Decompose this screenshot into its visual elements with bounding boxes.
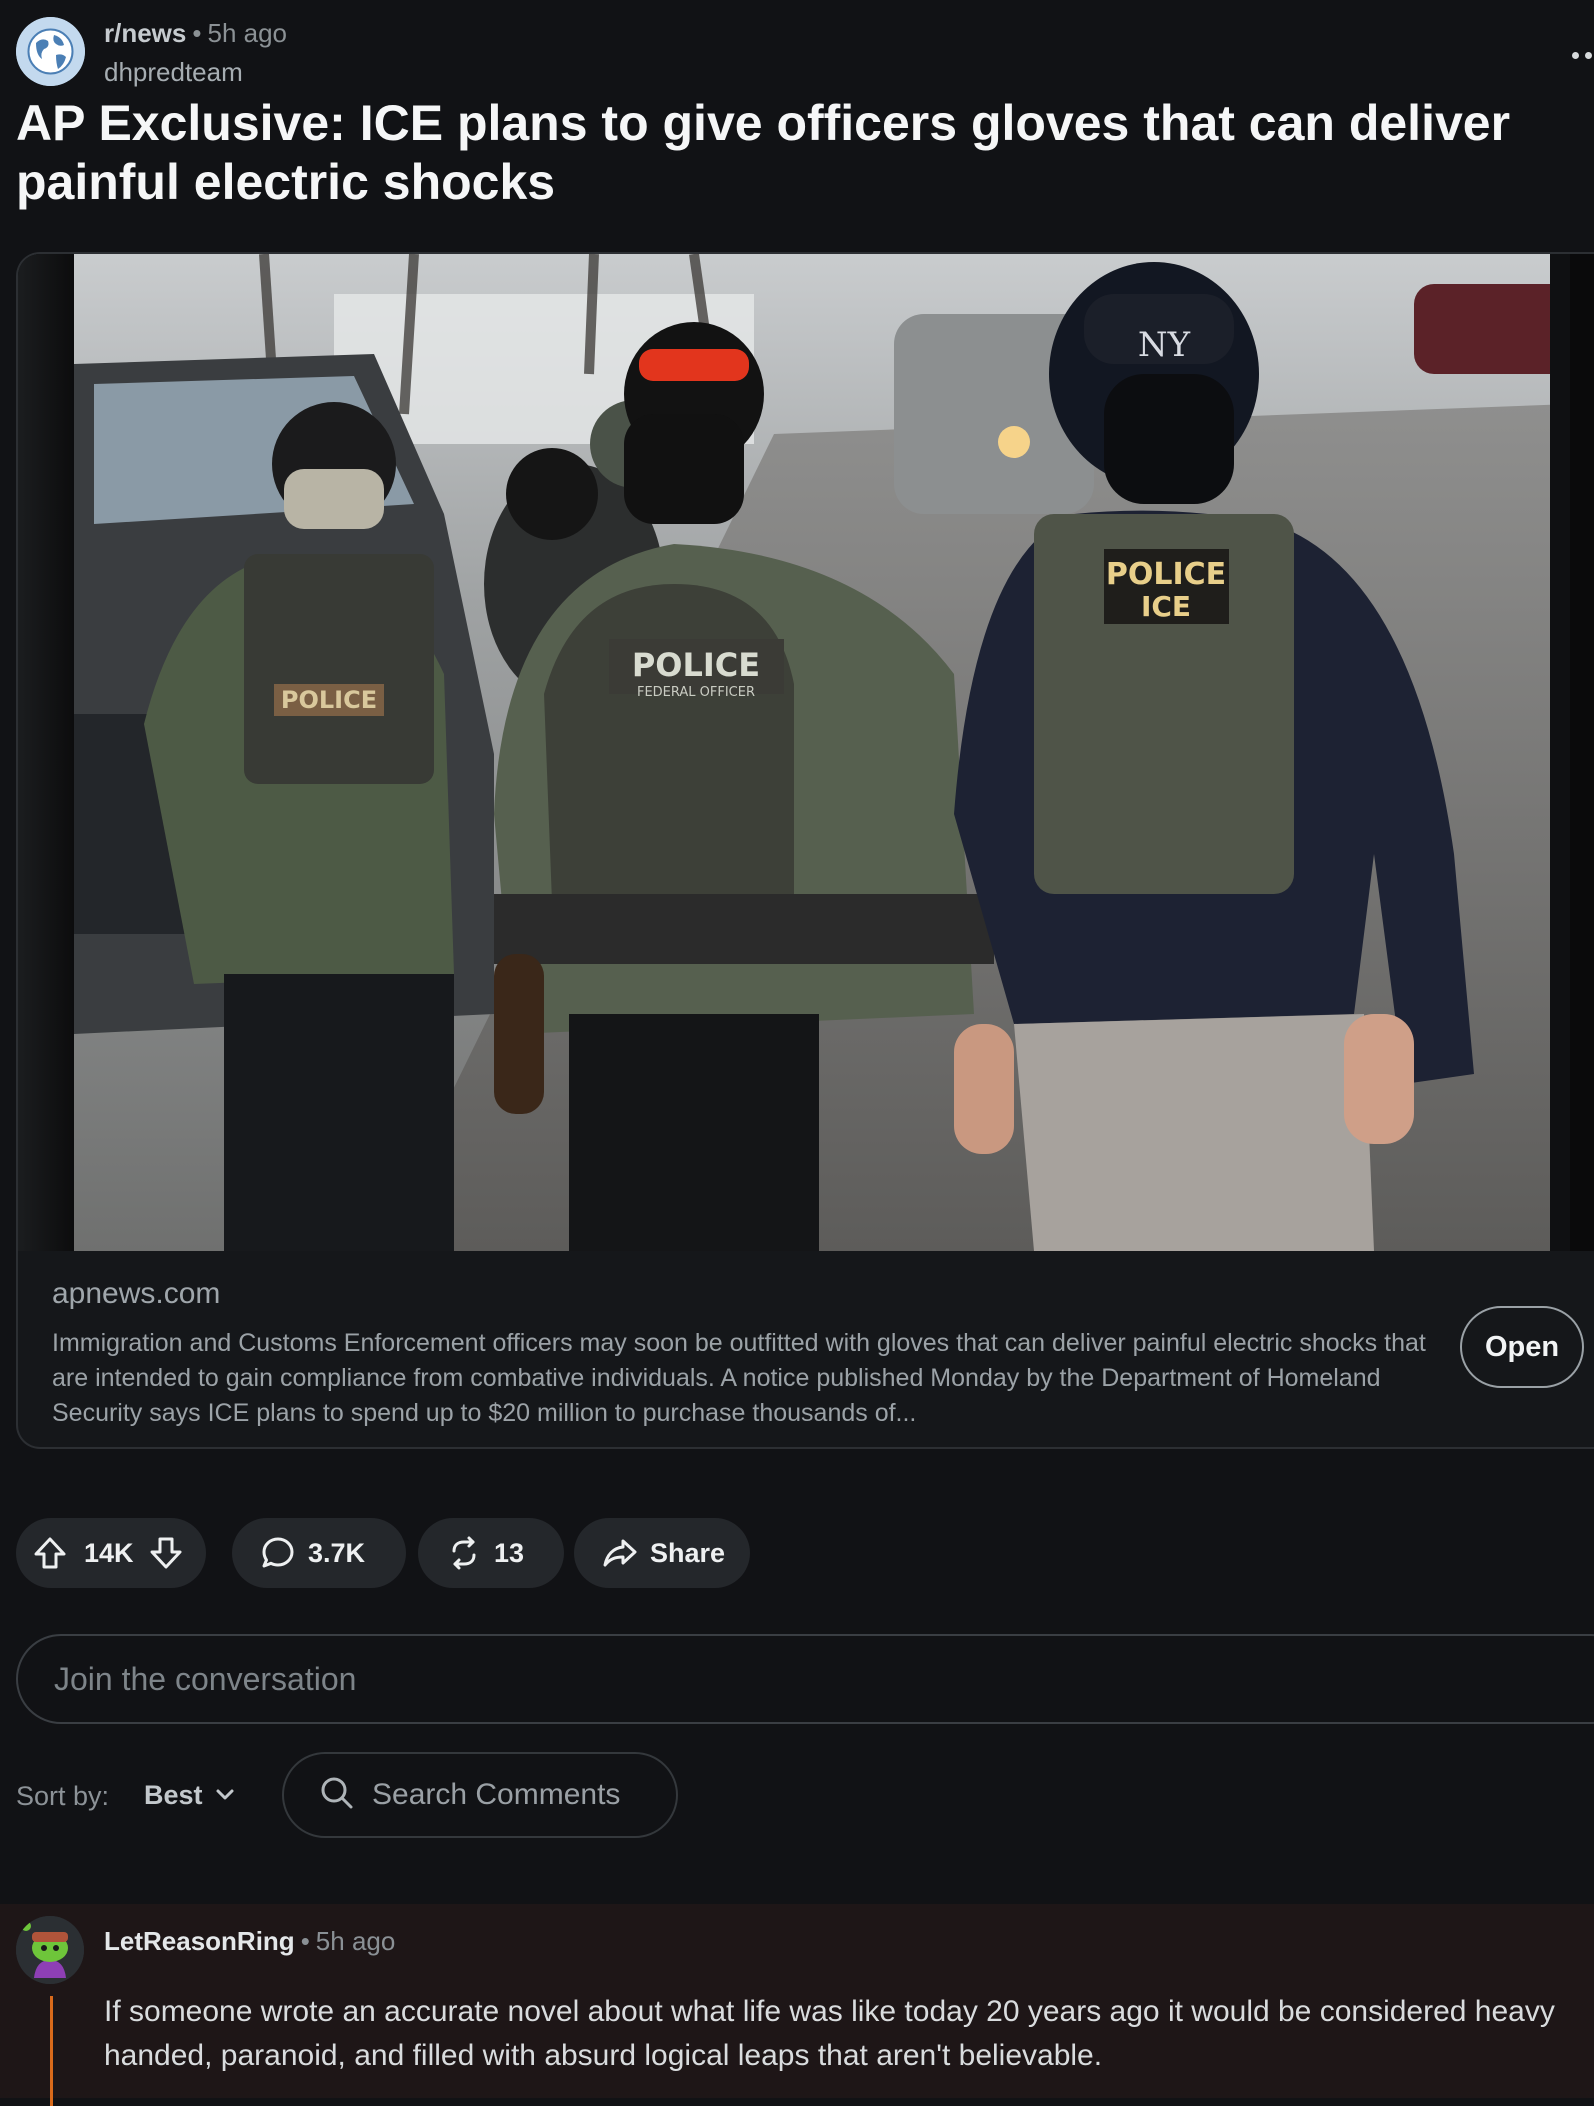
post-time: 5h ago (207, 18, 288, 48)
police-ice-patch: POLICE (1106, 557, 1226, 592)
news-photo-thumbnail: POLICE POLICE FEDERAL OFFICER NY POLICE … (74, 254, 1570, 1251)
search-comments-field[interactable]: Search Comments (282, 1752, 678, 1838)
police-patch-center: POLICE (632, 646, 760, 684)
comment-body: If someone wrote an accurate novel about… (104, 1995, 1555, 2072)
post-title: AP Exclusive: ICE plans to give officers… (16, 95, 1511, 210)
comment-bubble-icon (260, 1535, 296, 1571)
subreddit-name[interactable]: r/news (104, 18, 186, 48)
media-letterbox (18, 254, 74, 1251)
sort-value: Best (144, 1779, 203, 1810)
meta-separator: • (192, 18, 202, 48)
share-arrow-icon (602, 1535, 638, 1571)
thread-line[interactable] (50, 1996, 53, 2106)
vote-control: 14K (16, 1518, 206, 1588)
link-description: Immigration and Customs Enforcement offi… (52, 1329, 1426, 1427)
chevron-down-icon (216, 1789, 234, 1800)
subreddit-avatar-icon[interactable] (16, 17, 85, 86)
ny-cap-logo: NY (1138, 325, 1191, 365)
ice-patch: ICE (1141, 590, 1191, 623)
comments-button[interactable]: 3.7K (232, 1518, 406, 1588)
link-preview-card[interactable]: POLICE POLICE FEDERAL OFFICER NY POLICE … (16, 252, 1594, 1449)
comment: LetReasonRing • 5h ago If someone wrote an… (0, 1904, 1594, 2106)
crosspost-count: 13 (494, 1537, 525, 1568)
commenter-avatar-icon[interactable] (16, 1916, 84, 1984)
comment-meta-separator: • (300, 1926, 310, 1956)
open-link-button[interactable]: Open (1460, 1306, 1584, 1388)
upvote-icon[interactable] (32, 1535, 68, 1571)
share-button[interactable]: Share (574, 1518, 750, 1588)
downvote-icon[interactable] (148, 1535, 184, 1571)
join-conversation-input[interactable] (16, 1634, 1594, 1724)
sort-dropdown[interactable]: Best (144, 1774, 235, 1816)
comment-time: 5h ago (315, 1926, 396, 1956)
search-icon (320, 1776, 354, 1815)
post-header: r/news • 5h ago dhpredteam (16, 14, 1594, 87)
comment-author[interactable]: LetReasonRing (104, 1926, 295, 1956)
comment-count: 3.7K (308, 1537, 366, 1568)
sort-label: Sort by: (16, 1781, 110, 1811)
crosspost-icon (446, 1535, 482, 1571)
search-comments-placeholder: Search Comments (372, 1778, 621, 1811)
post-author[interactable]: dhpredteam (104, 57, 287, 88)
post-meta: r/news • 5h ago dhpredteam (104, 18, 287, 88)
share-label: Share (650, 1537, 726, 1568)
comment-meta: LetReasonRing • 5h ago (104, 1926, 395, 1957)
federal-officer-patch: FEDERAL OFFICER (637, 685, 755, 700)
overflow-menu-button[interactable] (1572, 40, 1594, 70)
crosspost-button[interactable]: 13 (418, 1518, 564, 1588)
link-domain[interactable]: apnews.com (52, 1277, 220, 1311)
upvote-count: 14K (84, 1537, 134, 1568)
police-patch-left: POLICE (281, 686, 377, 714)
link-preview-media: POLICE POLICE FEDERAL OFFICER NY POLICE … (18, 254, 1594, 1251)
